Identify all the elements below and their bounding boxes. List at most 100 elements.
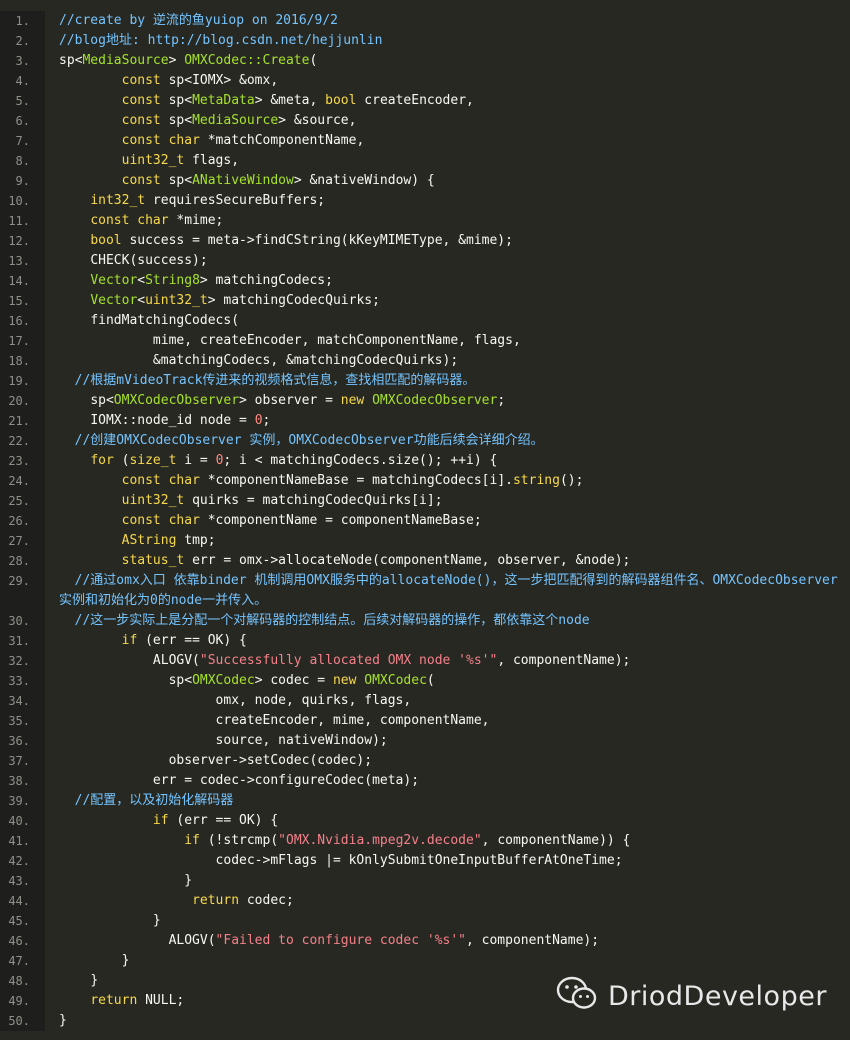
code-token: ALOGV( [59, 653, 200, 668]
line-number: 4. [15, 74, 30, 88]
code-text: CHECK(success); [45, 251, 850, 271]
line-number: 42. [8, 854, 30, 868]
code-token: sp< [59, 393, 114, 408]
line-gutter: 40. [0, 811, 45, 831]
code-token: ( [426, 673, 435, 688]
line-gutter: 26. [0, 511, 45, 531]
code-token: err = omx->allocateNode(componentName, o… [184, 553, 631, 568]
code-text: const char *mime; [45, 211, 850, 231]
code-token: > &meta, [254, 93, 326, 108]
line-gutter: 11. [0, 211, 45, 231]
code-token: CHECK(success); [59, 253, 208, 268]
line-gutter: 19. [0, 371, 45, 391]
code-token: //blog地址: http://blog.csdn.net/hejjunlin [59, 33, 383, 48]
code-token: IOMX::node_id node = [59, 413, 255, 428]
code-line: 6. const sp<MediaSource> &source, [0, 111, 850, 131]
line-number: 12. [8, 234, 30, 248]
line-gutter: 18. [0, 351, 45, 371]
line-gutter: 13. [0, 251, 45, 271]
code-token: MediaSource [82, 53, 169, 68]
line-number: 23. [8, 454, 30, 468]
code-token: if [121, 633, 138, 648]
code-line: 14. Vector<String8> matchingCodecs; [0, 271, 850, 291]
code-text: sp<OMXCodecObserver> observer = new OMXC… [45, 391, 850, 411]
code-text: uint32_t quirks = matchingCodecQuirks[i]… [45, 491, 850, 511]
code-text: if (err == OK) { [45, 631, 850, 651]
code-line: 43. } [0, 871, 850, 891]
code-token: if [152, 813, 169, 828]
code-token: Vector [90, 293, 138, 308]
line-number: 18. [8, 354, 30, 368]
code-token: requiresSecureBuffers; [145, 193, 326, 208]
code-token: "OMX.Nvidia.mpeg2v.decode" [278, 833, 482, 848]
code-text: uint32_t flags, [45, 151, 850, 171]
code-line: 37. observer->setCodec(codec); [0, 751, 850, 771]
code-token: < [137, 293, 146, 308]
code-token: const [121, 173, 161, 188]
code-token: findMatchingCodecs( [59, 313, 240, 328]
code-text: const sp<MediaSource> &source, [45, 111, 850, 131]
code-text: codec->mFlags |= kOnlySubmitOneInputBuff… [45, 851, 850, 871]
code-line: 26. const char *componentName = componen… [0, 511, 850, 531]
code-line: 31. if (err == OK) { [0, 631, 850, 651]
line-gutter: 47. [0, 951, 45, 971]
code-token: codec; [239, 893, 294, 908]
code-text: //通过omx入口 依靠binder 机制调用OMX服务中的allocateNo… [45, 571, 850, 611]
line-gutter: 46. [0, 931, 45, 951]
code-line: 15. Vector<uint32_t> matchingCodecQuirks… [0, 291, 850, 311]
code-text: bool success = meta->findCString(kKeyMIM… [45, 231, 850, 251]
code-token: "Failed to configure codec '%s'" [215, 933, 466, 948]
code-token: > codec = [254, 673, 333, 688]
line-number: 3. [15, 54, 30, 68]
line-number: 30. [8, 614, 30, 628]
code-token: "Successfully allocated OMX node '%s'" [199, 653, 498, 668]
code-token: *mime; [168, 213, 224, 228]
line-number: 50. [8, 1014, 30, 1028]
code-token: } [59, 873, 193, 888]
code-line: 47. } [0, 951, 850, 971]
code-text: //blog地址: http://blog.csdn.net/hejjunlin [45, 31, 850, 51]
code-token: OMXCodecObserver [372, 393, 498, 408]
code-token: > [168, 53, 185, 68]
line-gutter: 25. [0, 491, 45, 511]
code-text: Vector<String8> matchingCodecs; [45, 271, 850, 291]
code-line: 13. CHECK(success); [0, 251, 850, 271]
code-token: ; [262, 413, 271, 428]
line-number: 44. [8, 894, 30, 908]
code-token: //创建OMXCodecObserver 实例，OMXCodecObserver… [59, 433, 544, 448]
line-gutter: 4. [0, 71, 45, 91]
line-number: 13. [8, 254, 30, 268]
code-token: success = meta->findCString(kKeyMIMEType… [121, 233, 513, 248]
code-line: 32. ALOGV("Successfully allocated OMX no… [0, 651, 850, 671]
code-line: 21. IOMX::node_id node = 0; [0, 411, 850, 431]
line-gutter: 43. [0, 871, 45, 891]
code-token: sp< [59, 53, 83, 68]
code-line: 11. const char *mime; [0, 211, 850, 231]
code-token: , componentName); [497, 653, 631, 668]
line-gutter: 16. [0, 311, 45, 331]
line-number: 6. [15, 114, 30, 128]
code-text: sp<OMXCodec> codec = new OMXCodec( [45, 671, 850, 691]
code-token: > observer = [239, 393, 341, 408]
line-gutter: 14. [0, 271, 45, 291]
line-number: 33. [8, 674, 30, 688]
code-token: source, nativeWindow); [59, 733, 388, 748]
line-number: 46. [8, 934, 30, 948]
code-token: return [90, 993, 138, 1008]
code-line: 2. //blog地址: http://blog.csdn.net/hejjunl… [0, 31, 850, 51]
code-token: omx, node, quirks, flags, [59, 693, 412, 708]
code-text: mime, createEncoder, matchComponentName,… [45, 331, 850, 351]
code-token: &matchingCodecs, &matchingCodecQuirks); [59, 353, 459, 368]
code-text: err = codec->configureCodec(meta); [45, 771, 850, 791]
code-token: OMXCodecObserver [113, 393, 240, 408]
code-line: 18. &matchingCodecs, &matchingCodecQuirk… [0, 351, 850, 371]
line-gutter: 3. [0, 51, 45, 71]
line-number: 47. [8, 954, 30, 968]
